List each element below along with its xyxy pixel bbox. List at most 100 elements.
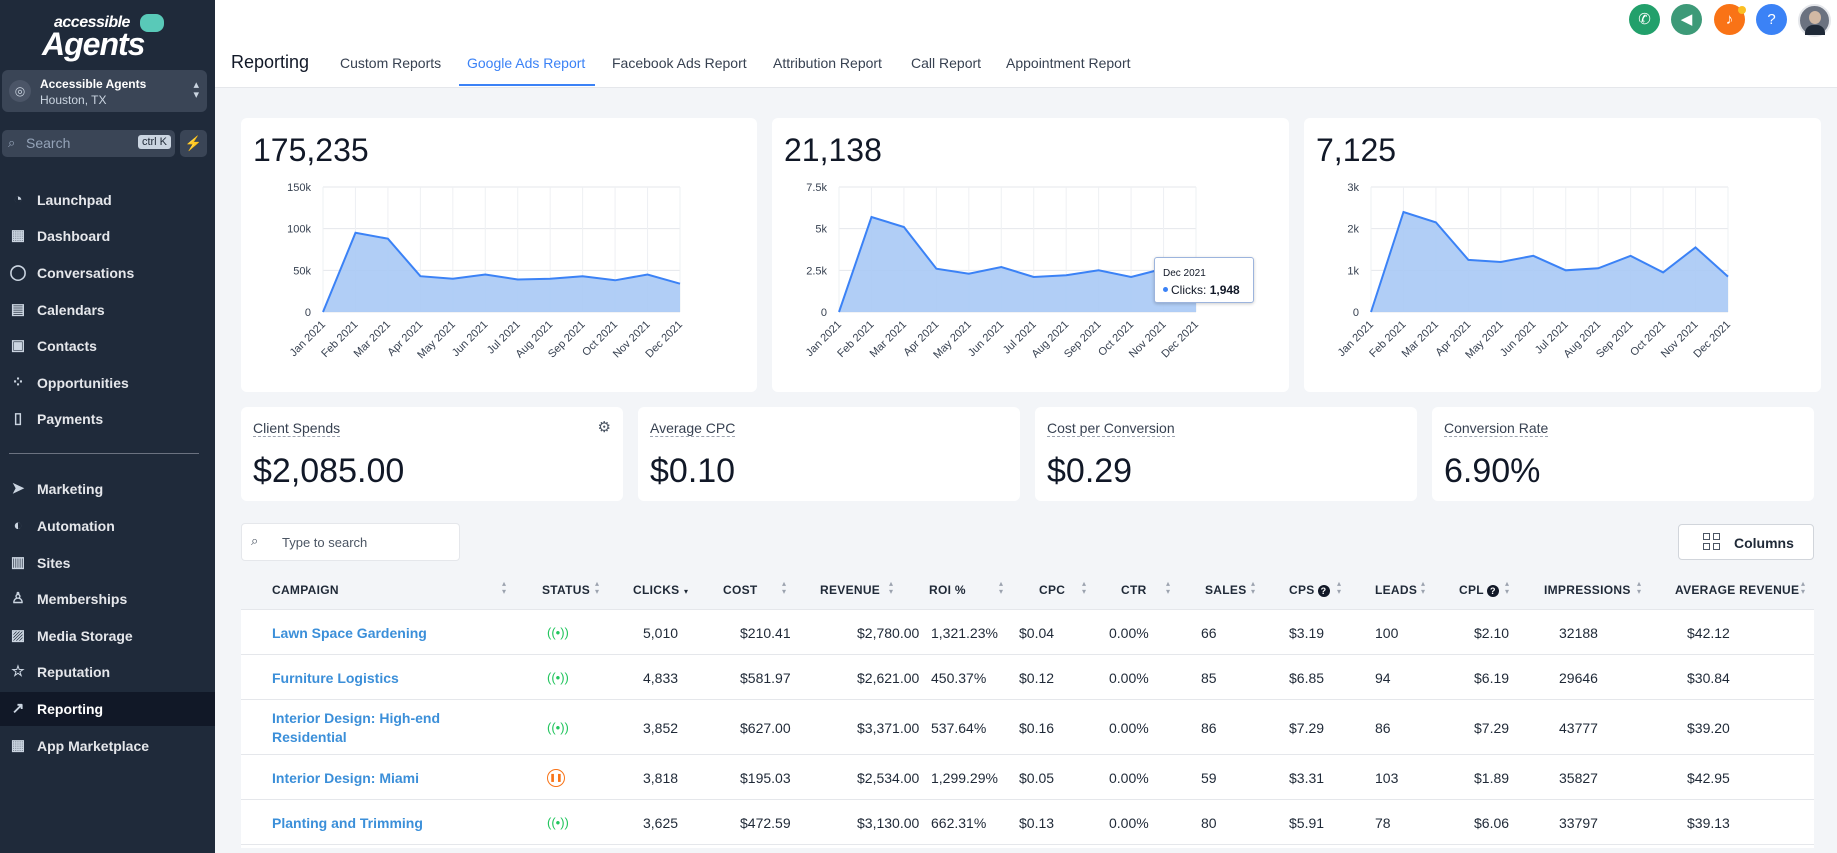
campaign-link[interactable]: Planting and Trimming	[272, 814, 462, 833]
table-search-placeholder: Type to search	[282, 535, 368, 550]
sidebar-item-label: Reputation	[37, 664, 111, 680]
table-cell: $6.19	[1474, 669, 1510, 686]
col-cps[interactable]: CPS?	[1289, 583, 1330, 597]
rocket-icon: ◔	[13, 191, 23, 208]
tooltip-label: Clicks:	[1171, 283, 1207, 297]
sidebar-item-sites[interactable]: ▥ Sites	[0, 546, 215, 580]
brand-logo[interactable]: accessible Agents	[40, 10, 170, 62]
image-icon: ▨	[10, 627, 26, 644]
col-clicks[interactable]: CLICKS	[633, 583, 679, 597]
sidebar-item-label: Payments	[37, 411, 104, 427]
sidebar-item-marketing[interactable]: ➤ Marketing	[0, 472, 215, 506]
megaphone-icon[interactable]: ◀	[1671, 4, 1702, 35]
automation-icon: ◐	[13, 517, 23, 534]
account-name: Accessible Agents	[40, 77, 147, 91]
col-ctr[interactable]: CTR	[1121, 583, 1147, 597]
sidebar-item-contacts[interactable]: ▣ Contacts	[0, 329, 215, 363]
help-icon[interactable]: ?	[1756, 4, 1787, 35]
help-icon[interactable]: ?	[1486, 584, 1499, 597]
sort-icon[interactable]: ▴ ▾	[1251, 580, 1259, 596]
sort-icon[interactable]: ▴ ▾	[502, 580, 510, 596]
sort-icon[interactable]: ▴ ▾	[595, 580, 603, 596]
tab-call-report[interactable]: Call Report	[911, 55, 981, 71]
kpi-average-cpc: Average CPC $0.10	[638, 407, 1020, 501]
sort-icon[interactable]: ▴ ▾	[782, 580, 790, 596]
tooltip-date: Dec 2021	[1163, 268, 1206, 279]
sidebar-item-dashboard[interactable]: ▦ Dashboard	[0, 219, 215, 253]
chart-tooltip: Dec 2021 Clicks: 1,948	[1154, 257, 1254, 303]
sort-icon[interactable]: ▴ ▾	[889, 580, 897, 596]
tab-custom-reports[interactable]: Custom Reports	[340, 55, 441, 71]
table-row[interactable]: Planting and Trimming ((•)) 3,625 $472.59 $3…	[241, 800, 1814, 845]
table-row[interactable]: Lawn Space Gardening ((•)) 5,010 $210.41 $2,…	[241, 610, 1814, 655]
sidebar-search[interactable]: ⌕ Search ctrl K	[2, 130, 175, 157]
col-status[interactable]: STATUS	[542, 583, 590, 597]
sidebar-item-label: App Marketplace	[37, 738, 150, 754]
sidebar-item-reputation[interactable]: ☆ Reputation	[0, 655, 215, 689]
sidebar-item-payments[interactable]: ▯ Payments	[0, 402, 215, 436]
table-cell: 66	[1201, 624, 1217, 641]
sidebar-item-automation[interactable]: ◐ Automation	[0, 509, 215, 543]
tab-appointment-report[interactable]: Appointment Report	[1006, 55, 1131, 71]
sidebar-item-memberships[interactable]: ♙ Memberships	[0, 582, 215, 616]
sidebar-item-conversations[interactable]: ◯ Conversations	[0, 256, 215, 290]
table-cell: $39.20	[1687, 719, 1730, 736]
sort-desc-icon[interactable]: ▾	[684, 580, 692, 596]
col-cpc[interactable]: CPC	[1039, 583, 1065, 597]
sidebar-item-opportunities[interactable]: ⁘ Opportunities	[0, 366, 215, 400]
campaign-link[interactable]: Interior Design: High-end Residential	[272, 709, 462, 747]
sort-icon[interactable]: ▴ ▾	[1505, 580, 1513, 596]
sidebar-item-label: Reporting	[37, 701, 104, 717]
series-area	[839, 217, 1196, 312]
quick-action-bolt-icon[interactable]: ⚡	[180, 130, 207, 157]
account-switcher[interactable]: ◎ Accessible Agents Houston, TX ▴ ▾	[2, 70, 207, 112]
sort-icon[interactable]: ▴ ▾	[999, 580, 1007, 596]
table-row[interactable]: Furniture Logistics ((•)) 4,833 $581.97 $2,6…	[241, 655, 1814, 700]
search-icon: ⌕	[251, 533, 259, 548]
kpi-value: 6.90%	[1444, 452, 1541, 490]
col-roi[interactable]: ROI %	[929, 583, 966, 597]
sort-icon[interactable]: ▴ ▾	[1082, 580, 1090, 596]
table-cell: $1.89	[1474, 769, 1510, 786]
campaign-link[interactable]: Lawn Space Gardening	[272, 624, 462, 643]
tab-attribution-report[interactable]: Attribution Report	[773, 55, 882, 71]
col-campaign[interactable]: CAMPAIGN	[272, 583, 339, 597]
col-sales[interactable]: SALES	[1205, 583, 1247, 597]
sort-icon[interactable]: ▴ ▾	[1337, 580, 1345, 596]
gear-icon[interactable]: ⚙	[598, 418, 611, 436]
tooltip-value: Clicks: 1,948	[1171, 283, 1240, 297]
sidebar-item-launchpad[interactable]: ◔ Launchpad	[0, 183, 215, 217]
sort-icon[interactable]: ▴ ▾	[1421, 580, 1429, 596]
col-cost[interactable]: COST	[723, 583, 758, 597]
x-tick-label: Jun 2021	[966, 319, 1006, 359]
table-cell: $3.31	[1289, 769, 1325, 786]
col-revenue[interactable]: REVENUE	[820, 583, 880, 597]
phone-icon[interactable]: ✆	[1629, 4, 1660, 35]
table-cell: $0.05	[1019, 769, 1055, 786]
table-row[interactable]: Interior Design: Miami ❚❚ 3,818 $195.03 $2,5…	[241, 755, 1814, 800]
col-average-revenue[interactable]: AVERAGE REVENUE	[1675, 583, 1799, 597]
table-cell: 86	[1201, 719, 1217, 736]
col-cpl[interactable]: CPL?	[1459, 583, 1499, 597]
col-leads[interactable]: LEADS	[1375, 583, 1417, 597]
sidebar-item-app-marketplace[interactable]: ▦ App Marketplace	[0, 729, 215, 763]
sidebar-item-media-storage[interactable]: ▨ Media Storage	[0, 619, 215, 653]
help-icon[interactable]: ?	[1317, 584, 1330, 597]
campaign-link[interactable]: Furniture Logistics	[272, 669, 462, 688]
sort-icon[interactable]: ▴ ▾	[1637, 580, 1645, 596]
columns-button[interactable]: Columns	[1678, 524, 1814, 560]
col-impressions[interactable]: IMPRESSIONS	[1544, 583, 1631, 597]
sort-icon[interactable]: ▴ ▾	[1166, 580, 1174, 596]
table-cell: $6.06	[1474, 814, 1510, 831]
table-row[interactable]: Interior Design: High-end Residential ((•…	[241, 700, 1814, 755]
campaign-link[interactable]: Interior Design: Miami	[272, 769, 462, 788]
tab-google-ads-report[interactable]: Google Ads Report	[467, 55, 585, 71]
sidebar-item-label: Media Storage	[37, 628, 133, 644]
sidebar-item-reporting[interactable]: ↗ Reporting	[0, 692, 215, 726]
table-cell: $30.84	[1687, 669, 1730, 686]
tab-facebook-ads-report[interactable]: Facebook Ads Report	[612, 55, 747, 71]
sort-icon[interactable]: ▴ ▾	[1801, 580, 1809, 596]
table-search-input[interactable]: ⌕ Type to search	[241, 523, 460, 561]
user-avatar[interactable]	[1798, 4, 1831, 37]
sidebar-item-calendars[interactable]: ▤ Calendars	[0, 293, 215, 327]
